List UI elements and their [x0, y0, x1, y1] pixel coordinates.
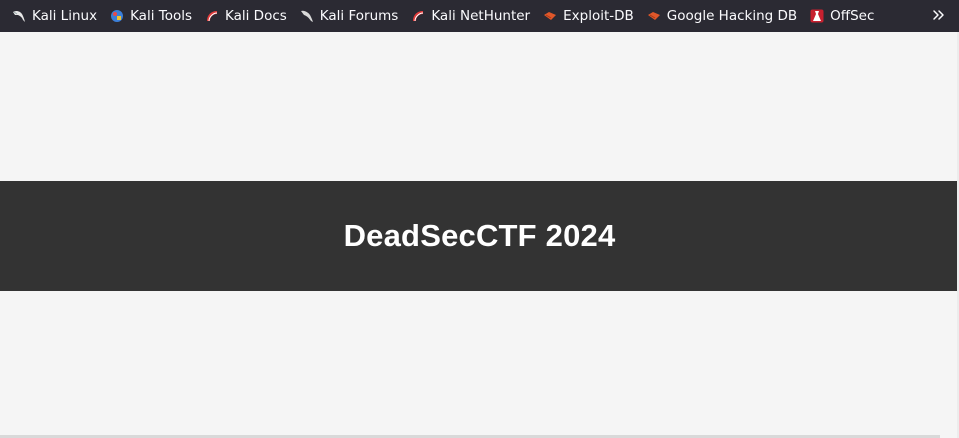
bookmark-label: Kali Linux	[32, 8, 98, 24]
bookmarks-overflow-button[interactable]	[927, 4, 951, 28]
kali-dragon-icon	[12, 9, 26, 23]
kali-tools-icon	[110, 9, 124, 23]
page-title: DeadSecCTF 2024	[343, 218, 616, 253]
kali-docs-icon	[205, 9, 219, 23]
bookmark-label: Kali NetHunter	[431, 8, 531, 24]
bookmark-kali-nethunter[interactable]: Kali NetHunter	[405, 4, 536, 28]
offsec-icon	[810, 9, 824, 23]
bookmark-exploit-db[interactable]: Exploit-DB	[537, 4, 640, 28]
kali-nethunter-icon	[411, 9, 425, 23]
bookmark-label: Exploit-DB	[563, 8, 634, 24]
bookmark-label: OffSec	[830, 8, 875, 24]
bookmark-kali-tools[interactable]: Kali Tools	[104, 4, 198, 28]
bookmark-offsec[interactable]: OffSec	[804, 4, 880, 28]
bookmark-label: Kali Docs	[225, 8, 287, 24]
google-hacking-db-icon	[647, 9, 661, 23]
bookmark-label: Google Hacking DB	[666, 8, 798, 24]
chevron-double-right-icon	[932, 7, 946, 26]
bookmark-label: Kali Tools	[130, 8, 192, 24]
bookmark-kali-docs[interactable]: Kali Docs	[199, 4, 293, 28]
bookmark-google-hacking-db[interactable]: Google Hacking DB	[641, 4, 803, 28]
hero-banner: DeadSecCTF 2024	[0, 181, 959, 291]
kali-forums-icon	[300, 9, 314, 23]
exploit-db-icon	[543, 9, 557, 23]
bookmark-kali-linux[interactable]: Kali Linux	[6, 4, 103, 28]
bookmarks-toolbar: Kali Linux Kali Tools Kali Docs Kali For…	[0, 0, 959, 32]
bookmark-kali-forums[interactable]: Kali Forums	[294, 4, 405, 28]
bookmark-label: Kali Forums	[319, 8, 399, 24]
